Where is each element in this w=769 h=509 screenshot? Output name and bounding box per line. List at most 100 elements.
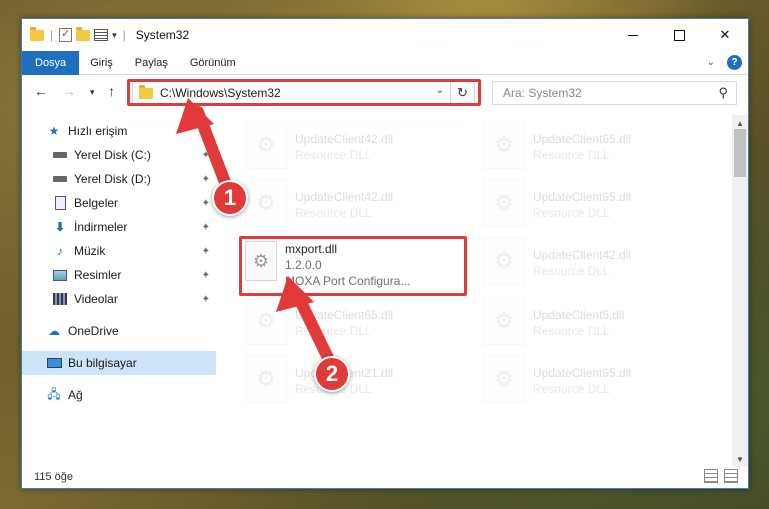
file-type: Resource DLL — [533, 264, 610, 278]
file-item[interactable]: ⚙ UpdateClient42.dll Resource DLL — [245, 179, 445, 231]
dll-gear-icon: ⚙ — [483, 179, 525, 227]
file-item[interactable]: ⚙ UpdateClient65.dll Resource DLL — [245, 297, 445, 349]
navigation-bar: ← → ▾ ↑ C:\Windows\System32 ⌄ ↻ Ara: Sys… — [22, 79, 748, 107]
sidebar-item-documents[interactable]: Belgeler ✦ — [22, 191, 216, 215]
pin-icon[interactable]: ✦ — [202, 246, 210, 257]
recent-locations-icon[interactable]: ▾ — [90, 87, 95, 98]
sidebar-item-network[interactable]: 🖧 Ağ — [22, 383, 216, 407]
maximize-button[interactable] — [656, 19, 702, 51]
forward-arrow-icon[interactable]: → — [62, 83, 76, 99]
address-path[interactable]: C:\Windows\System32 — [160, 86, 281, 100]
pin-icon[interactable]: ✦ — [202, 294, 210, 305]
step-1-badge: 1 — [212, 180, 248, 216]
status-bar: 115 öğe — [22, 465, 748, 489]
address-folder-icon — [139, 84, 153, 99]
drive-icon — [52, 172, 68, 186]
dll-gear-icon: ⚙ — [245, 179, 287, 227]
sidebar-item-label: Hızlı erişim — [68, 124, 128, 138]
sidebar-item-downloads[interactable]: ⬇ İndirmeler ✦ — [22, 215, 216, 239]
search-box[interactable]: Ara: System32 ⚲ — [492, 81, 737, 105]
pin-icon[interactable]: ✦ — [202, 222, 210, 233]
scroll-thumb[interactable] — [734, 129, 746, 177]
file-item[interactable]: ⚙ UpdateClient5.dll Resource DLL — [483, 297, 683, 349]
refresh-icon[interactable]: ↻ — [450, 82, 474, 104]
properties-check-icon[interactable] — [59, 27, 73, 42]
video-icon — [52, 292, 68, 306]
window-title: System32 — [135, 28, 190, 42]
vertical-scrollbar[interactable]: ▲ ▼ — [732, 115, 748, 467]
item-count: 115 öğe — [34, 471, 73, 483]
file-name: UpdateClient65.dll — [533, 132, 632, 146]
cloud-icon: ☁ — [48, 324, 60, 338]
file-name: UpdateClient65.dll — [295, 308, 394, 322]
file-name: UpdateClient65.dll — [533, 190, 632, 204]
sidebar-item-disk-c[interactable]: Yerel Disk (C:) ✦ — [22, 143, 216, 167]
sidebar-item-pictures[interactable]: Resimler ✦ — [22, 263, 216, 287]
customize-qat-icon[interactable]: ▾ — [112, 30, 117, 41]
file-type: Resource DLL — [533, 324, 610, 338]
pin-icon[interactable]: ✦ — [202, 270, 210, 281]
file-item[interactable]: ⚙ UpdateClient42.dll Resource DLL — [483, 237, 683, 289]
file-item[interactable]: ⚙ UpdateClient65.dll Resource DLL — [483, 179, 683, 231]
search-icon[interactable]: ⚲ — [718, 85, 728, 101]
pin-icon[interactable]: ✦ — [202, 174, 210, 185]
window-controls: ✕ — [610, 19, 748, 51]
large-icons-view-icon[interactable] — [724, 469, 738, 483]
file-name: UpdateClient42.dll — [295, 190, 394, 204]
title-bar: | ▾ | System32 ✕ — [22, 19, 748, 51]
dll-gear-icon: ⚙ — [483, 355, 525, 403]
tab-file[interactable]: Dosya — [22, 50, 80, 75]
details-view-icon[interactable] — [704, 469, 718, 483]
view-options-icon[interactable] — [94, 29, 109, 41]
back-arrow-icon[interactable]: ← — [34, 83, 48, 99]
sidebar-item-label: Belgeler — [74, 196, 119, 210]
file-type: Resource DLL — [295, 324, 372, 338]
star-icon: ★ — [48, 124, 60, 138]
documents-icon — [52, 196, 68, 210]
step-2-badge: 2 — [314, 356, 350, 392]
up-arrow-icon[interactable]: ↑ — [108, 83, 115, 99]
address-bar[interactable]: C:\Windows\System32 ⌄ ↻ — [132, 81, 475, 105]
sidebar-item-label: Ağ — [68, 388, 83, 402]
file-type: Resource DLL — [295, 206, 372, 220]
address-dropdown-icon[interactable]: ⌄ — [436, 85, 444, 96]
ribbon-tabs: Dosya Giriş Paylaş Görünüm ⌄ ? — [22, 50, 748, 75]
minimize-button[interactable] — [610, 19, 656, 51]
new-folder-icon[interactable] — [76, 26, 91, 41]
sidebar-item-label: Resimler — [74, 268, 122, 282]
sidebar-item-videos[interactable]: Videolar ✦ — [22, 287, 216, 311]
dll-gear-icon: ⚙ — [483, 297, 525, 345]
sidebar-item-label: Yerel Disk (C:) — [74, 148, 151, 162]
file-type: Resource DLL — [295, 148, 372, 162]
file-item[interactable]: ⚙ UpdateClient65.dll Resource DLL — [483, 355, 683, 407]
sidebar-item-this-pc[interactable]: Bu bilgisayar — [22, 351, 216, 375]
file-item[interactable]: ⚙ UpdateClient42.dll Resource DLL — [245, 121, 445, 173]
sidebar-item-label: OneDrive — [68, 324, 119, 338]
sidebar-item-onedrive[interactable]: ☁ OneDrive — [22, 319, 216, 343]
tab-share[interactable]: Paylaş — [124, 51, 179, 75]
search-placeholder[interactable]: Ara: System32 — [503, 86, 582, 100]
pin-icon[interactable]: ✦ — [202, 198, 210, 209]
folder-icon — [30, 26, 44, 41]
sidebar-item-music[interactable]: ♪ Müzik ✦ — [22, 239, 216, 263]
dll-gear-icon: ⚙ — [245, 355, 287, 403]
sidebar-quick-access[interactable]: ★ Hızlı erişim — [22, 119, 216, 143]
tab-home[interactable]: Giriş — [79, 51, 124, 75]
file-highlight-box — [239, 236, 467, 296]
tab-view[interactable]: Görünüm — [179, 51, 247, 75]
help-icon[interactable]: ? — [727, 55, 742, 70]
expand-ribbon-icon[interactable]: ⌄ — [707, 57, 715, 68]
download-icon: ⬇ — [54, 220, 66, 234]
close-button[interactable]: ✕ — [702, 19, 748, 51]
sidebar-item-label: Videolar — [74, 292, 118, 306]
file-type: Resource DLL — [533, 382, 610, 396]
dll-gear-icon: ⚙ — [245, 121, 287, 169]
file-item[interactable]: ⚙ UpdateClient65.dll Resource DLL — [483, 121, 683, 173]
sidebar-item-disk-d[interactable]: Yerel Disk (D:) ✦ — [22, 167, 216, 191]
computer-icon — [46, 356, 62, 370]
quick-access-toolbar: | ▾ | — [22, 26, 128, 42]
pin-icon[interactable]: ✦ — [202, 150, 210, 161]
network-icon: 🖧 — [47, 386, 61, 401]
sidebar-item-label: Müzik — [74, 244, 106, 258]
dll-gear-icon: ⚙ — [245, 297, 287, 345]
